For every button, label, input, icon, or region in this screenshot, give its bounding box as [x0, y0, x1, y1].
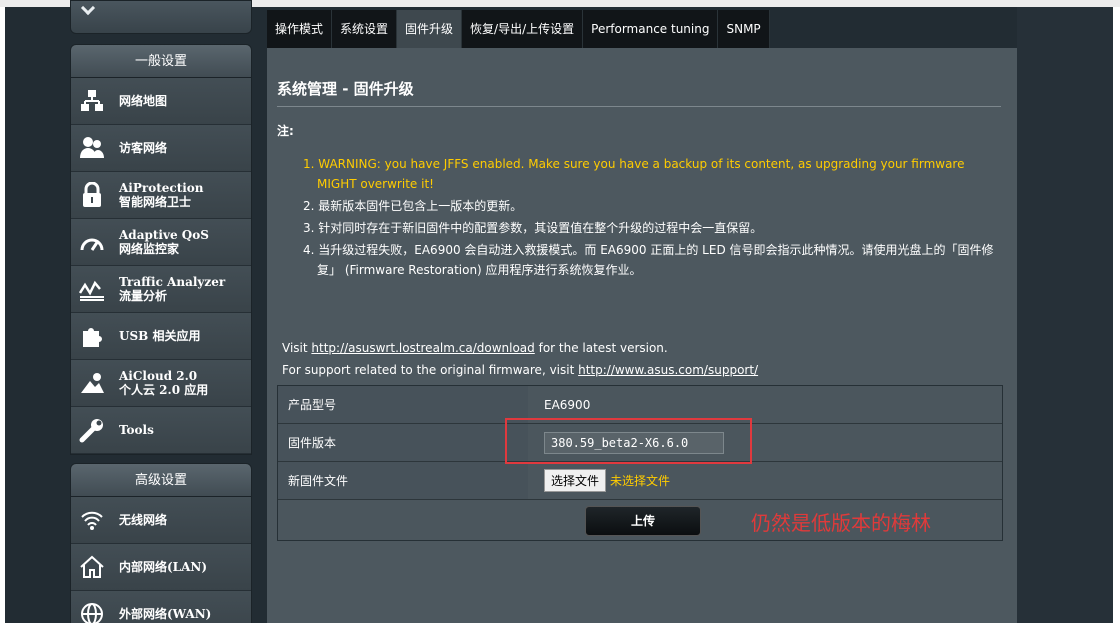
tab-firmware-upgrade[interactable]: 固件升级 — [397, 10, 463, 48]
choose-file-button[interactable]: 选择文件 — [544, 469, 607, 492]
wrench-icon — [79, 417, 105, 443]
tab-performance-tuning[interactable]: Performance tuning — [583, 10, 719, 48]
note-item: 4. 当升级过程失败，EA6900 会自动进入救援模式。而 EA6900 正面上… — [303, 243, 994, 277]
cloud-icon — [79, 370, 105, 396]
home-icon — [79, 554, 105, 580]
advanced-settings-header: 高级设置 — [70, 463, 252, 497]
lock-icon — [79, 182, 105, 208]
sidebar-item-label: 外部网络(WAN) — [119, 607, 212, 621]
sidebar-item-label: 内部网络(LAN) — [119, 560, 208, 574]
support-prefix: For support related to the original firm… — [282, 363, 579, 377]
sidebar-top-stub — [70, 0, 252, 34]
note-item: 3. 针对同时存在于新旧固件中的配置参数，其设置值在整个升级的过程中会一直保留。 — [303, 221, 763, 235]
sidebar-item-label: 无线网络 — [119, 513, 168, 527]
tab-bar: 操作模式 系统设置 固件升级 恢复/导出/上传设置 Performance tu… — [267, 10, 770, 48]
puzzle-icon — [79, 323, 105, 349]
sidebar-item-label: Traffic Analyzer — [119, 275, 226, 289]
main-panel: 操作模式 系统设置 固件升级 恢复/导出/上传设置 Performance tu… — [267, 10, 1017, 623]
gauge-icon — [79, 229, 105, 255]
sidebar-item-lan[interactable]: 内部网络(LAN) — [71, 544, 251, 591]
sidebar-item-label: Tools — [119, 423, 154, 437]
general-settings-header: 一般设置 — [70, 44, 252, 78]
model-label: 产品型号 — [278, 386, 528, 423]
sidebar-item-sublabel: 流量分析 — [119, 289, 168, 303]
visit-line: Visit http://asuswrt.lostrealm.ca/downlo… — [282, 337, 758, 359]
sidebar-item-sublabel: 网络监控家 — [119, 242, 180, 256]
support-line: For support related to the original firm… — [282, 359, 758, 381]
right-gutter — [1017, 7, 1113, 623]
tab-snmp[interactable]: SNMP — [718, 10, 770, 48]
sidebar-item-label: USB 相关应用 — [119, 329, 201, 343]
wifi-icon — [79, 507, 105, 533]
annotation-text: 仍然是低版本的梅林 — [751, 511, 931, 535]
sidebar-item-label: 访客网络 — [119, 141, 168, 155]
sidebar-item-label: AiCloud 2.0 — [119, 369, 198, 383]
tab-restore-save-upload[interactable]: 恢复/导出/上传设置 — [462, 10, 584, 48]
sidebar: 一般设置 网络地图 访客网络 AiProtection 智能网络卫士 Adapti… — [70, 0, 252, 623]
page-title: 系统管理 - 固件升级 — [277, 80, 414, 98]
tab-system[interactable]: 系统设置 — [332, 10, 398, 48]
sidebar-item-tools[interactable]: Tools — [71, 407, 251, 454]
sidebar-item-adaptive-qos[interactable]: Adaptive QoS 网络监控家 — [71, 219, 251, 266]
sidebar-item-wan[interactable]: 外部网络(WAN) — [71, 591, 251, 623]
new-firmware-file-label: 新固件文件 — [278, 462, 528, 499]
table-row: 新固件文件 选择文件 未选择文件 — [278, 462, 1002, 500]
sidebar-item-network-map[interactable]: 网络地图 — [71, 78, 251, 125]
traffic-chart-icon — [79, 276, 105, 302]
sidebar-item-label: Adaptive QoS — [119, 228, 209, 242]
globe-icon — [79, 601, 105, 623]
download-link[interactable]: http://asuswrt.lostrealm.ca/download — [311, 341, 534, 355]
sidebar-item-traffic-analyzer[interactable]: Traffic Analyzer 流量分析 — [71, 266, 251, 313]
sidebar-item-aiprotection[interactable]: AiProtection 智能网络卫士 — [71, 172, 251, 219]
note-warning: 1. WARNING: you have JFFS enabled. Make … — [303, 157, 965, 191]
upload-button[interactable]: 上传 — [585, 506, 701, 536]
general-settings-menu: 网络地图 访客网络 AiProtection 智能网络卫士 Adaptive Qo… — [70, 77, 252, 455]
support-link[interactable]: http://www.asus.com/support/ — [578, 363, 758, 377]
title-divider — [277, 106, 1001, 107]
links-block: Visit http://asuswrt.lostrealm.ca/downlo… — [282, 337, 758, 381]
visit-prefix: Visit — [282, 341, 312, 355]
sidebar-item-label: AiProtection — [119, 181, 204, 195]
firmware-version-label: 固件版本 — [278, 424, 528, 461]
check-icon — [80, 0, 96, 16]
notes-list: 1. WARNING: you have JFFS enabled. Make … — [303, 154, 1003, 282]
sidebar-item-sublabel: 智能网络卫士 — [119, 195, 192, 209]
tab-operation-mode[interactable]: 操作模式 — [267, 10, 333, 48]
sidebar-item-wireless[interactable]: 无线网络 — [71, 497, 251, 544]
sidebar-item-usb-apps[interactable]: USB 相关应用 — [71, 313, 251, 360]
file-status: 未选择文件 — [610, 474, 671, 488]
visit-suffix: for the latest version. — [534, 341, 668, 355]
highlight-box — [505, 418, 752, 464]
note-item: 2. 最新版本固件已包含上一版本的更新。 — [303, 199, 523, 213]
guest-network-icon — [79, 135, 105, 161]
notes-label: 注: — [277, 124, 294, 138]
sidebar-item-aicloud[interactable]: AiCloud 2.0 个人云 2.0 应用 — [71, 360, 251, 407]
sidebar-item-label: 网络地图 — [119, 94, 168, 108]
network-map-icon — [79, 88, 105, 114]
advanced-settings-menu: 无线网络 内部网络(LAN) 外部网络(WAN) — [70, 496, 252, 623]
content-area: 系统管理 - 固件升级 注: 1. WARNING: you have JFFS… — [267, 48, 1017, 623]
sidebar-item-guest-network[interactable]: 访客网络 — [71, 125, 251, 172]
sidebar-item-sublabel: 个人云 2.0 应用 — [119, 383, 209, 397]
